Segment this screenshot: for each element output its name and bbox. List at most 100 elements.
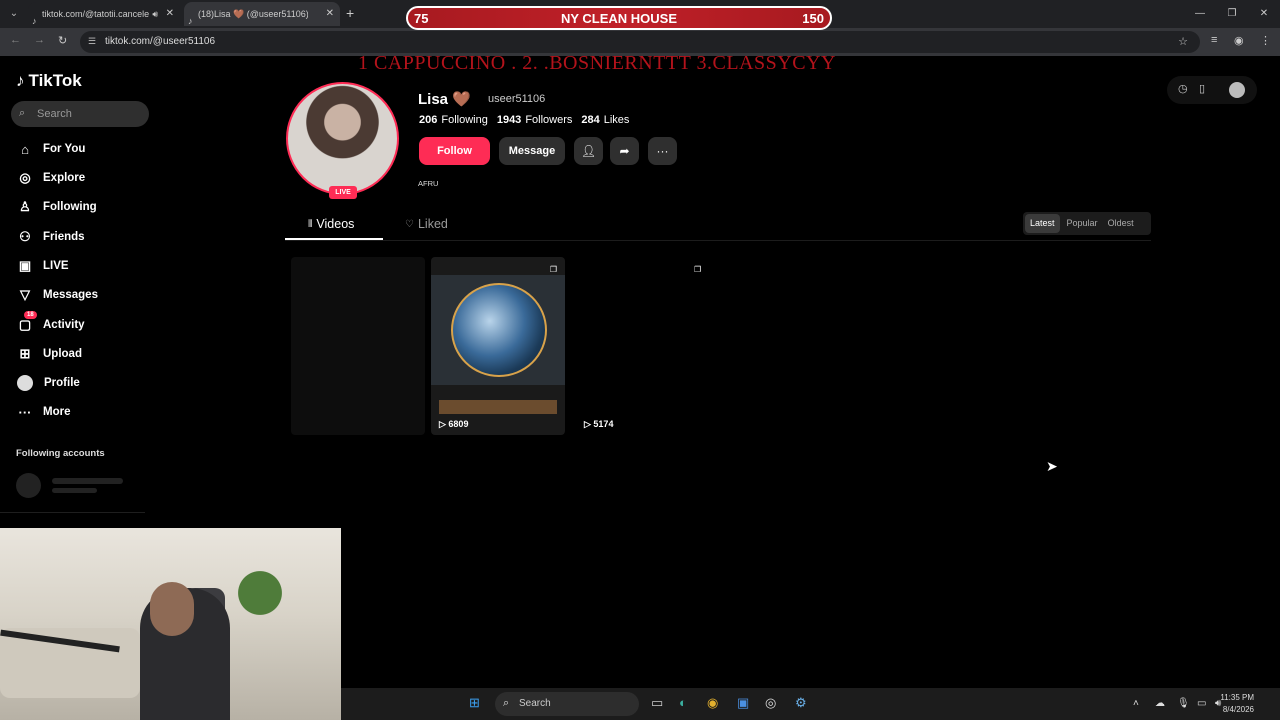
speaker-icon[interactable]: 🔊︎ — [152, 2, 158, 26]
globe-image — [451, 283, 547, 377]
tab-liked[interactable]: ♡ Liked — [405, 217, 448, 231]
coin-icon[interactable]: ◷ — [1178, 82, 1188, 95]
bookmark-star-icon[interactable]: ☆ — [1178, 35, 1188, 48]
tab-liked-label: Liked — [417, 217, 448, 231]
live-icon: ▣ — [18, 258, 32, 273]
site-info-icon[interactable]: ☰ — [88, 36, 96, 47]
sidebar-item-explore[interactable]: ◎ Explore — [16, 168, 85, 188]
sidebar-item-profile[interactable]: Profile — [16, 373, 80, 393]
skeleton-avatar — [16, 473, 41, 498]
sidebar-item-live[interactable]: ▣ LIVE — [16, 256, 69, 276]
video-thumbnail[interactable]: ❐ ▷ 6809 — [431, 257, 565, 435]
user-avatar-icon[interactable] — [1229, 82, 1245, 98]
following-stat[interactable]: 206 Following — [419, 114, 488, 126]
browser-tab-1[interactable]: ♪ tiktok.com/@tatotii.cancele 🔊︎ ✕ — [28, 2, 180, 26]
tiktok-favicon-icon: ♪ — [32, 16, 37, 26]
address-bar[interactable]: ☰ tiktok.com/@useer51106 ☆ — [80, 31, 1200, 53]
followers-stat[interactable]: 1943 Followers — [497, 114, 573, 126]
more-options-icon[interactable]: ··· — [648, 137, 677, 165]
app-icon-2[interactable]: ◎ — [765, 695, 776, 711]
reload-icon[interactable]: ↻ — [58, 34, 67, 47]
sidebar-divider — [0, 512, 145, 513]
onedrive-icon[interactable]: ☁ — [1155, 698, 1165, 709]
sidebar-item-messages[interactable]: ▽ Messages — [16, 285, 98, 305]
sidebar-item-activity[interactable]: ▢ 18 Activity — [16, 311, 85, 335]
followers-label: Followers — [525, 114, 573, 126]
tab-search-icon[interactable]: ⌄ — [6, 6, 22, 22]
profile-stats: 206 Following 1943 Followers 284 Likes — [419, 114, 629, 126]
skeleton-line — [52, 478, 123, 484]
new-tab-icon[interactable]: + — [346, 5, 354, 21]
live-badge[interactable]: LIVE — [329, 186, 357, 199]
tiktok-logo[interactable]: ♪ TikTok — [16, 71, 82, 91]
close-tab-icon[interactable]: ✕ — [166, 2, 174, 26]
profile-handle: useer51106 — [488, 93, 546, 105]
forward-icon[interactable]: → — [34, 34, 45, 46]
task-view-icon[interactable]: ▭ — [651, 695, 663, 711]
profile-avatar[interactable] — [286, 82, 399, 195]
search-icon: ⌕ — [503, 697, 510, 709]
sidebar-item-friends[interactable]: ⚇ Friends — [16, 227, 85, 247]
tiktok-note-icon: ♪ — [16, 71, 25, 90]
window-controls: — ❐ ✕ — [1184, 0, 1280, 28]
likes-count: 284 — [581, 114, 600, 126]
windows-taskbar: ⊞ ⌕ Search ▭ ◐ ◉ ▣ ◎ ⚙ ˄ ☁ 🎙︎ ▭ 🔊︎ 11:35… — [341, 688, 1280, 720]
profile-icon[interactable]: ◉ — [1234, 34, 1244, 47]
app-icon[interactable]: ▣ — [737, 695, 749, 711]
browser-tab-2[interactable]: ♪ (18)Lisa 🤎 (@useer51106) | TikT ✕ — [184, 2, 340, 26]
steam-icon[interactable]: ⚙ — [795, 695, 807, 711]
close-window-icon[interactable]: ✕ — [1248, 0, 1280, 28]
following-label: Following — [441, 114, 488, 126]
grid-icon: ⦀ — [308, 218, 313, 230]
clock-time: 11:35 PM — [1220, 693, 1254, 702]
chrome-icon[interactable]: ◉ — [707, 695, 718, 711]
close-tab-icon[interactable]: ✕ — [326, 2, 334, 26]
clock-date: 8/4/2026 — [1222, 705, 1254, 714]
logo-text: TikTok — [28, 71, 82, 90]
url-text[interactable]: tiktok.com/@useer51106 — [105, 36, 215, 47]
add-friend-icon[interactable]: 👤︎ — [574, 137, 603, 165]
sidebar-item-upload[interactable]: ⊞ Upload — [16, 344, 82, 364]
stream-overlay-text: 1 CAPPUCCINO . 2. .BOSNIERNTTT 3.CLASSYC… — [358, 52, 836, 74]
video-thumbnail[interactable]: ❐ ▷ 5174 — [576, 257, 710, 435]
multi-photo-icon: ❐ — [549, 265, 557, 274]
sidebar-item-label: Friends — [43, 231, 85, 243]
tab-title: (18)Lisa 🤎 (@useer51106) | TikT — [198, 9, 308, 19]
back-icon[interactable]: ← — [10, 34, 21, 46]
windows-start-icon[interactable]: ⊞ — [469, 695, 480, 711]
sort-oldest[interactable]: Oldest — [1103, 212, 1139, 235]
sort-latest[interactable]: Latest — [1025, 214, 1060, 233]
edge-icon[interactable]: ◐ — [679, 695, 687, 710]
activity-badge: 18 — [24, 311, 37, 319]
message-button[interactable]: Message — [499, 137, 565, 165]
browser-menu-icon[interactable]: ⋮ — [1260, 34, 1271, 47]
microphone-icon[interactable]: 🎙︎ — [1177, 698, 1190, 709]
network-icon[interactable]: ▭ — [1197, 698, 1206, 709]
sidebar-item-for-you[interactable]: ⌂ For You — [16, 139, 85, 159]
sidebar-item-more[interactable]: ··· More — [16, 402, 71, 422]
share-icon[interactable]: ➦ — [610, 137, 639, 165]
search-input[interactable] — [37, 105, 143, 123]
sort-popular[interactable]: Popular — [1062, 212, 1103, 235]
device-icon[interactable]: ▯ — [1199, 82, 1205, 95]
search-icon: ⌕ — [19, 107, 26, 119]
tab-videos[interactable]: ⦀ Videos — [308, 217, 354, 231]
video-thumbnail[interactable] — [291, 257, 425, 435]
thumbnail-strip — [439, 400, 557, 414]
follow-button[interactable]: Follow — [419, 137, 490, 165]
top-right-actions: ◷ ▯ — [1167, 76, 1257, 104]
minimize-icon[interactable]: — — [1184, 0, 1216, 28]
media-control-icon[interactable]: ≡ — [1211, 34, 1217, 46]
sidebar-item-label: Explore — [43, 172, 86, 184]
tray-chevron-icon[interactable]: ˄ — [1133, 698, 1139, 709]
ellipsis-icon: ··· — [18, 404, 32, 420]
friends-icon: ⚇ — [19, 229, 31, 244]
taskbar-clock[interactable]: 11:35 PM 8/4/2026 — [1220, 692, 1254, 716]
sidebar-search[interactable]: ⌕ — [11, 101, 149, 127]
restore-icon[interactable]: ❐ — [1216, 0, 1248, 28]
sidebar-item-label: For You — [43, 143, 86, 155]
taskbar-search[interactable]: ⌕ Search — [495, 692, 639, 716]
following-count: 206 — [419, 114, 438, 126]
sidebar-item-following[interactable]: ♙ Following — [16, 197, 96, 217]
skeleton-line — [52, 488, 97, 493]
